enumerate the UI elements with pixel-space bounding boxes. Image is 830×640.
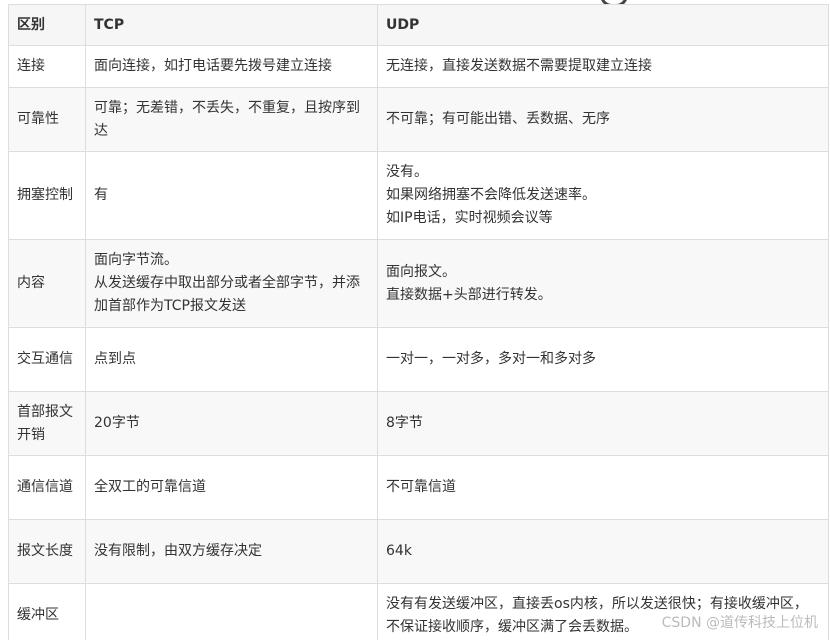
row-label-cell: 内容 — [8, 239, 86, 328]
udp-cell-line: 面向报文。 — [386, 263, 456, 280]
table-row: 报文长度 没有限制，由双方缓存决定 64k — [8, 519, 829, 584]
row-label-cell: 报文长度 — [8, 519, 86, 584]
tcp-cell: 没有限制，由双方缓存决定 — [85, 519, 378, 584]
row-label-cell: 首部报文开销 — [8, 391, 86, 456]
udp-cell-line: 无连接，直接发送数据不需要提取建立连接 — [386, 58, 652, 74]
tcp-cell-line: 20字节 — [94, 415, 140, 431]
tcp-cell-line: 面向连接，如打电话要先拨号建立连接 — [94, 58, 332, 74]
udp-cell-line: 不可靠信道 — [386, 479, 456, 495]
tcp-cell: 面向连接，如打电话要先拨号建立连接 — [85, 45, 378, 88]
udp-cell-line: 64k — [386, 543, 412, 559]
udp-cell: 没有。如果网络拥塞不会降低发送速率。 如IP电话，实时视频会议等 — [377, 151, 829, 240]
udp-cell-line: 不可靠；有可能出错、丢数据、无序 — [386, 111, 610, 127]
tcp-cell — [85, 583, 378, 640]
row-label-cell: 拥塞控制 — [8, 151, 86, 240]
table-body: 连接 面向连接，如打电话要先拨号建立连接 无连接，直接发送数据不需要提取建立连接可靠… — [8, 45, 829, 640]
udp-cell: 面向报文。直接数据+头部进行转发。 — [377, 239, 829, 328]
udp-cell-line: 一对一，一对多，多对一和多对多 — [386, 351, 596, 367]
row-label-cell: 缓冲区 — [8, 583, 86, 640]
header-row: 区别 TCP UDP — [8, 4, 829, 46]
udp-cell: 无连接，直接发送数据不需要提取建立连接 — [377, 45, 829, 88]
header-cell-distinction: 区别 — [8, 4, 86, 46]
comparison-table-container: 区别 TCP UDP 连接 面向连接，如打电话要先拨号建立连接 无连接，直接发送数据… — [8, 4, 829, 640]
tcp-cell-line: 面向字节流。 — [94, 252, 178, 268]
tcp-cell: 可靠；无差错，不丢失，不重复，且按序到达 — [85, 87, 378, 152]
tcp-cell-line: 可靠；无差错，不丢失，不重复，且按序到达 — [94, 99, 360, 139]
table-row: 连接 面向连接，如打电话要先拨号建立连接 无连接，直接发送数据不需要提取建立连接 — [8, 45, 829, 88]
tcp-cell-line: 没有限制，由双方缓存决定 — [94, 543, 262, 559]
table-row: 内容 面向字节流。 从发送缓存中取出部分或者全部字节，并添加首部作为TCP报文发送面… — [8, 239, 829, 328]
table-row: 通信信道 全双工的可靠信道 不可靠信道 — [8, 455, 829, 520]
udp-cell-line: 8字节 — [386, 415, 423, 431]
udp-cell: 一对一，一对多，多对一和多对多 — [377, 327, 829, 392]
tcp-cell-line: 有 — [94, 187, 108, 203]
header-cell-udp: UDP — [377, 4, 829, 46]
udp-cell-line: 直接数据+头部进行转发。 — [386, 286, 552, 303]
tcp-cell-line: 全双工的可靠信道 — [94, 479, 206, 495]
table-header: 区别 TCP UDP — [8, 4, 829, 46]
tcp-cell-line: 从发送缓存中取出部分或者全部字节，并添加首部作为TCP报文发送 — [94, 275, 360, 314]
table-row: 首部报文开销 20字节 8字节 — [8, 391, 829, 456]
tcp-cell: 点到点 — [85, 327, 378, 392]
tcp-udp-comparison-table: 区别 TCP UDP 连接 面向连接，如打电话要先拨号建立连接 无连接，直接发送数据… — [8, 4, 829, 640]
table-row: 可靠性 可靠；无差错，不丢失，不重复，且按序到达 不可靠；有可能出错、丢数据、无序 — [8, 87, 829, 152]
table-row: 交互通信 点到点 一对一，一对多，多对一和多对多 — [8, 327, 829, 392]
udp-cell-line: 如IP电话，实时视频会议等 — [386, 210, 553, 226]
header-cell-tcp: TCP — [85, 4, 378, 46]
row-label-cell: 通信信道 — [8, 455, 86, 520]
tcp-cell: 面向字节流。从发送缓存中取出部分或者全部字节，并添加首部作为TCP报文发送 — [85, 239, 378, 328]
udp-cell: 8字节 — [377, 391, 829, 456]
row-label-cell: 连接 — [8, 45, 86, 88]
row-label-cell: 可靠性 — [8, 87, 86, 152]
tcp-cell: 有 — [85, 151, 378, 240]
udp-cell-line: 如果网络拥塞不会降低发送速率。 — [386, 187, 596, 203]
udp-cell: 64k — [377, 519, 829, 584]
udp-cell: 不可靠信道 — [377, 455, 829, 520]
table-row: 拥塞控制有 没有。如果网络拥塞不会降低发送速率。 如IP电话，实时视频会议等 — [8, 151, 829, 240]
watermark: CSDN @道传科技上位机 — [661, 615, 818, 631]
udp-cell: 不可靠；有可能出错、丢数据、无序 — [377, 87, 829, 152]
tcp-cell: 20字节 — [85, 391, 378, 456]
tcp-cell: 全双工的可靠信道 — [85, 455, 378, 520]
tcp-cell-line: 点到点 — [94, 351, 136, 367]
udp-cell-line: 没有。 — [386, 164, 428, 180]
row-label-cell: 交互通信 — [8, 327, 86, 392]
